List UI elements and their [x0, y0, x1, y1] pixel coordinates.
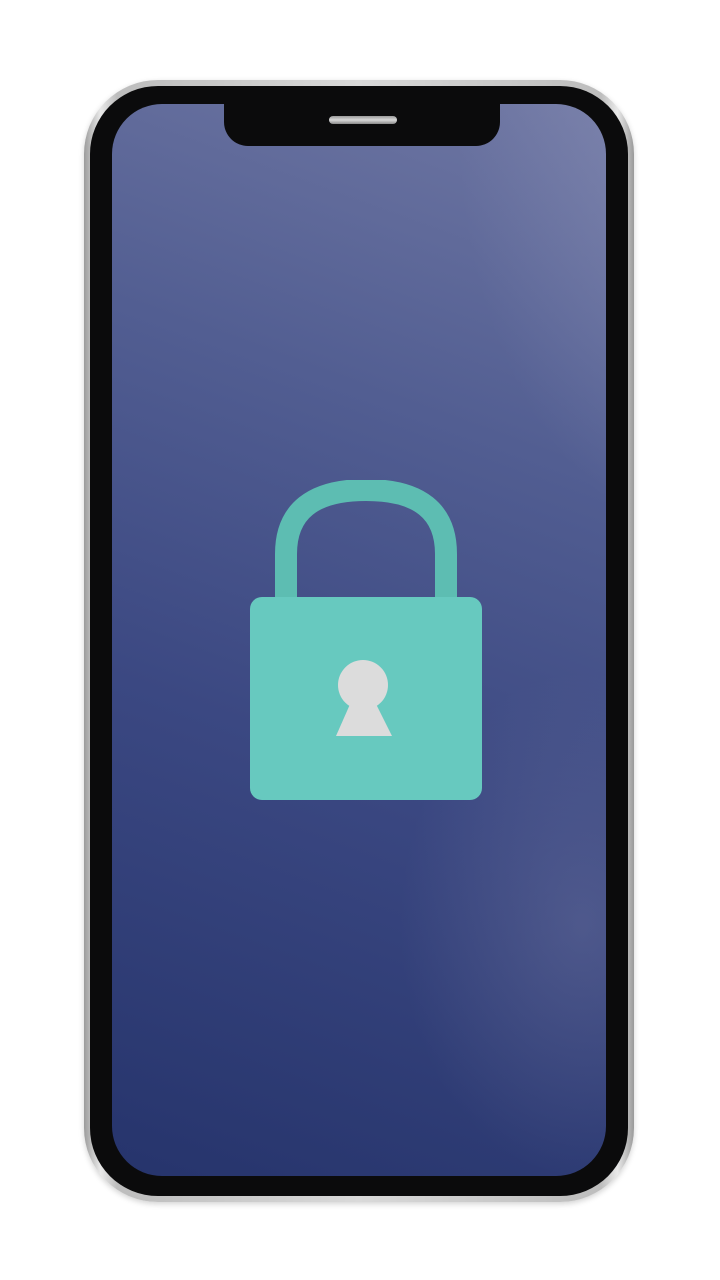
padlock-shackle	[275, 480, 457, 604]
stage	[0, 0, 720, 1280]
earpiece-speaker	[329, 116, 397, 124]
keyhole-icon	[336, 660, 392, 736]
notch	[224, 104, 500, 146]
padlock-icon	[250, 480, 482, 800]
